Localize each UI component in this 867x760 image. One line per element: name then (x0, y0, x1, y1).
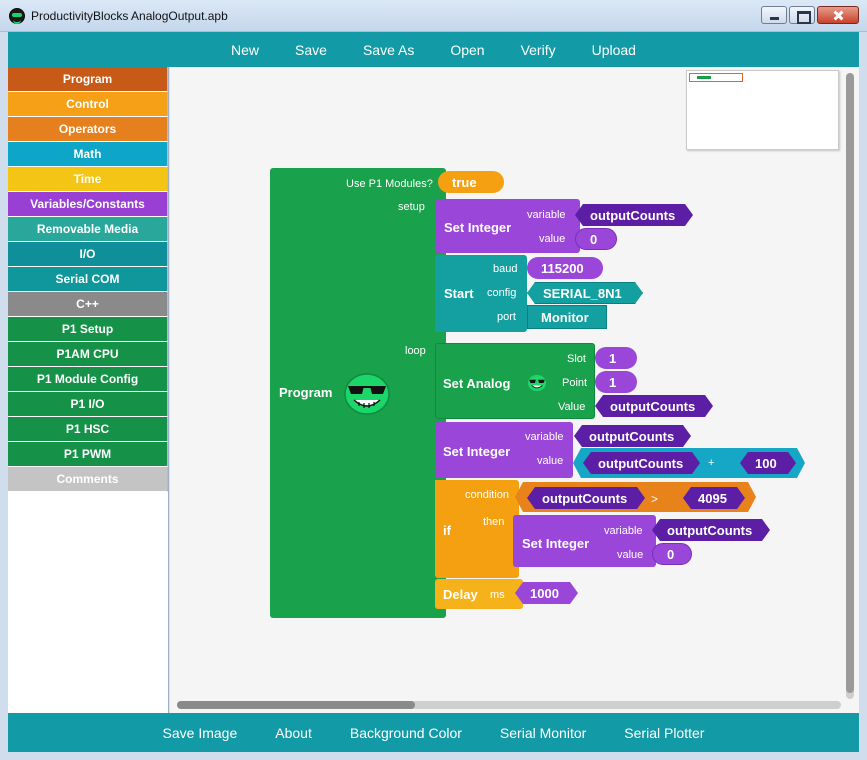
set-integer-then-value[interactable]: 0 (652, 543, 692, 565)
compare-operator[interactable]: > (651, 492, 658, 506)
about-button[interactable]: About (256, 725, 331, 741)
set-integer-then-variable-value[interactable]: outputCounts (652, 519, 770, 541)
category-c[interactable]: C++ (8, 292, 168, 317)
category-program[interactable]: Program (8, 67, 168, 92)
skull-sunglasses-icon (344, 373, 390, 415)
top-toolbar: New Save Save As Open Verify Upload (8, 32, 859, 67)
set-integer-loop-variable-value[interactable]: outputCounts (574, 425, 691, 447)
save-button[interactable]: Save (277, 42, 345, 58)
category-i-o[interactable]: I/O (8, 242, 168, 267)
set-analog-point-value[interactable]: 1 (595, 371, 637, 393)
if-then-label: then (483, 516, 505, 528)
delay-ms-value[interactable]: 1000 (515, 582, 578, 604)
window-frame-bottom (0, 752, 867, 760)
window-frame-right (859, 32, 867, 760)
set-integer-setup-variable-label: variable (527, 209, 566, 221)
category-p1-hsc[interactable]: P1 HSC (8, 417, 168, 442)
skull-sunglasses-small-icon (528, 374, 546, 392)
close-button[interactable] (817, 6, 859, 24)
set-integer-setup-variable-value[interactable]: outputCounts (575, 204, 693, 226)
setup-label: setup (398, 201, 425, 213)
workspace-minimap[interactable] (686, 70, 839, 150)
app-logo-icon (9, 8, 25, 24)
set-integer-setup-value[interactable]: 0 (575, 228, 617, 250)
category-control[interactable]: Control (8, 92, 168, 117)
minimize-button[interactable] (761, 6, 787, 24)
math-add-left-operand[interactable]: outputCounts (583, 452, 700, 474)
save-image-button[interactable]: Save Image (144, 725, 257, 741)
window-frame-left (0, 32, 8, 760)
category-math[interactable]: Math (8, 142, 168, 167)
delay-label: Delay (443, 587, 478, 602)
set-analog-slot-label: Slot (567, 353, 586, 365)
horizontal-scrollbar-thumb[interactable] (177, 701, 415, 709)
use-p1-modules-value[interactable]: true (438, 171, 504, 193)
if-label: if (443, 523, 451, 538)
category-sidebar: Program Control Operators Math Time Variables… (8, 67, 169, 713)
compare-left-operand[interactable]: outputCounts (527, 487, 645, 509)
category-serial-com[interactable]: Serial COM (8, 267, 168, 292)
new-button[interactable]: New (213, 42, 277, 58)
set-integer-setup-label: Set Integer (444, 220, 512, 235)
start-port-value[interactable]: Monitor (541, 310, 589, 325)
set-integer-then-label: Set Integer (522, 536, 590, 551)
background-color-button[interactable]: Background Color (331, 725, 481, 741)
set-analog-label: Set Analog (443, 376, 511, 391)
compare-right-operand[interactable]: 4095 (683, 487, 745, 509)
start-baud-label: baud (493, 263, 518, 275)
if-condition-label: condition (465, 489, 510, 501)
start-serial-label: Start (444, 286, 474, 301)
delay-ms-label: ms (490, 589, 505, 601)
set-integer-setup-value-label: value (539, 233, 566, 245)
category-p1am-cpu[interactable]: P1AM CPU (8, 342, 168, 367)
math-add-operator[interactable]: + (708, 457, 714, 469)
minimap-viewport[interactable] (689, 73, 743, 82)
use-p1-modules-label: Use P1 Modules? (346, 178, 433, 190)
start-baud-value[interactable]: 115200 (527, 257, 603, 279)
serial-plotter-button[interactable]: Serial Plotter (605, 725, 723, 741)
title-bar: ProductivityBlocks AnalogOutput.apb (0, 0, 867, 32)
set-analog-slot-value[interactable]: 1 (595, 347, 637, 369)
category-p1-i-o[interactable]: P1 I/O (8, 392, 168, 417)
category-p1-setup[interactable]: P1 Setup (8, 317, 168, 342)
category-variables-constants[interactable]: Variables/Constants (8, 192, 168, 217)
start-port-label: port (497, 311, 516, 323)
serial-monitor-button[interactable]: Serial Monitor (481, 725, 605, 741)
start-config-label: config (487, 287, 517, 299)
math-add-right-operand[interactable]: 100 (740, 452, 796, 474)
category-comments[interactable]: Comments (8, 467, 168, 492)
set-analog-value-label: Value (558, 401, 586, 413)
set-integer-loop-label: Set Integer (443, 444, 511, 459)
category-p1-pwm[interactable]: P1 PWM (8, 442, 168, 467)
vertical-scrollbar-thumb[interactable] (846, 73, 854, 693)
category-p1-module-config[interactable]: P1 Module Config (8, 367, 168, 392)
category-time[interactable]: Time (8, 167, 168, 192)
loop-label: loop (405, 345, 426, 357)
maximize-button[interactable] (789, 6, 815, 24)
category-removable-media[interactable]: Removable Media (8, 217, 168, 242)
set-integer-loop-variable-label: variable (525, 431, 564, 443)
open-button[interactable]: Open (432, 42, 502, 58)
set-analog-value[interactable]: outputCounts (595, 395, 713, 417)
verify-button[interactable]: Verify (503, 42, 574, 58)
upload-button[interactable]: Upload (574, 42, 654, 58)
set-integer-then-value-label: value (617, 549, 644, 561)
bottom-toolbar: Save Image About Background Color Serial… (8, 713, 859, 752)
category-operators[interactable]: Operators (8, 117, 168, 142)
program-block-label: Program (279, 385, 333, 400)
set-integer-loop-value-label: value (537, 455, 564, 467)
window-title: ProductivityBlocks AnalogOutput.apb (31, 9, 228, 23)
set-analog-point-label: Point (562, 377, 588, 389)
start-config-value[interactable]: SERIAL_8N1 (527, 282, 643, 304)
save-as-button[interactable]: Save As (345, 42, 432, 58)
set-integer-then-variable-label: variable (604, 525, 643, 537)
